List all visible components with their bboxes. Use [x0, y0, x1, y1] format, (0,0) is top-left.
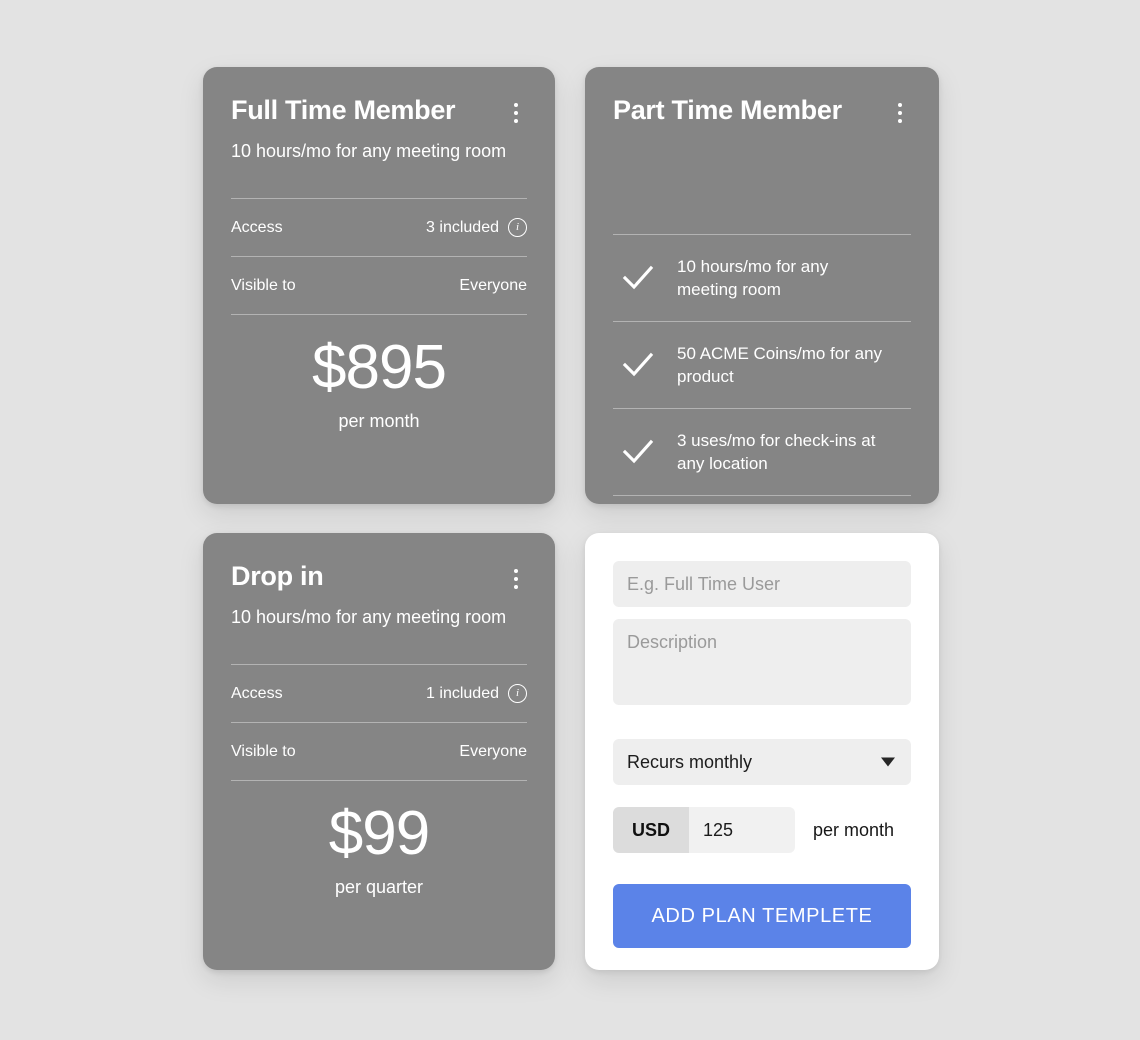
check-icon	[622, 265, 654, 290]
card-header: Drop in	[231, 559, 527, 592]
page-title: Full Time Member	[231, 95, 456, 125]
kebab-dot	[514, 103, 518, 107]
card-detail-rows: Access 1 included i Visible to Everyone	[231, 664, 527, 782]
check-icon	[622, 352, 654, 377]
plan-name-input[interactable]	[613, 561, 911, 607]
info-icon[interactable]: i	[508, 684, 527, 704]
detail-row-label: Visible to	[231, 276, 296, 294]
detail-row-value: Everyone	[459, 276, 527, 294]
feature-list: 10 hours/mo for any meeting room 50 ACME…	[613, 234, 911, 497]
kebab-dot	[898, 103, 902, 107]
kebab-menu-icon[interactable]	[505, 100, 527, 126]
plan-card-part-time[interactable]: Part Time Member 10 hours/mo for any mee…	[585, 67, 939, 504]
check-icon	[622, 439, 654, 464]
amount-group: USD	[613, 807, 795, 853]
info-icon[interactable]: i	[508, 218, 527, 238]
detail-row-access[interactable]: Access 1 included i	[231, 664, 527, 722]
currency-selector[interactable]: USD	[613, 807, 689, 853]
detail-row-access[interactable]: Access 3 included i	[231, 198, 527, 256]
detail-row-visible-to[interactable]: Visible to Everyone	[231, 722, 527, 782]
card-subtitle: 10 hours/mo for any meeting room	[231, 607, 507, 628]
price-period: per month	[338, 411, 420, 432]
page-title: Part Time Member	[613, 95, 842, 125]
detail-row-label: Visible to	[231, 742, 296, 760]
plan-template-screen: Full Time Member 10 hours/mo for any mee…	[0, 0, 1140, 1040]
detail-row-value-group: Everyone	[459, 743, 527, 761]
kebab-dot	[514, 569, 518, 573]
detail-row-value: 1 included	[426, 684, 499, 702]
plan-card-drop-in[interactable]: Drop in 10 hours/mo for any meeting room…	[203, 533, 555, 970]
kebab-dot	[898, 111, 902, 115]
feature-text: 50 ACME Coins/mo for any product	[677, 343, 883, 387]
kebab-dot	[514, 111, 518, 115]
kebab-menu-icon[interactable]	[505, 566, 527, 592]
card-header: Full Time Member	[231, 93, 527, 126]
card-detail-rows: Access 3 included i Visible to Everyone	[231, 198, 527, 316]
plan-template-form: Recurs monthly USD per month ADD PLAN TE…	[585, 533, 939, 970]
list-item[interactable]: 3 uses/mo for check-ins at any location	[613, 408, 911, 497]
detail-row-label: Access	[231, 218, 283, 236]
price-block: $99 per quarter	[231, 803, 527, 898]
price-amount: $99	[328, 799, 430, 869]
recurrence-select[interactable]: Recurs monthly	[613, 739, 911, 785]
card-header: Part Time Member	[613, 93, 911, 126]
kebab-dot	[514, 119, 518, 123]
add-plan-template-button[interactable]: ADD PLAN TEMPLETE	[613, 884, 911, 948]
detail-row-value-group: 3 included i	[426, 218, 527, 238]
detail-row-visible-to[interactable]: Visible to Everyone	[231, 256, 527, 316]
plan-description-input[interactable]	[613, 619, 911, 705]
amount-period-label: per month	[813, 819, 895, 840]
detail-row-value: 3 included	[426, 218, 499, 236]
card-subtitle: 10 hours/mo for any meeting room	[231, 141, 507, 162]
plan-card-full-time[interactable]: Full Time Member 10 hours/mo for any mee…	[203, 67, 555, 504]
price-period: per quarter	[334, 877, 424, 898]
kebab-dot	[514, 585, 518, 589]
price-block: $895 per month	[231, 337, 527, 432]
list-item[interactable]: 50 ACME Coins/mo for any product	[613, 321, 911, 408]
feature-text: 3 uses/mo for check-ins at any location	[677, 430, 876, 474]
page-title: Drop in	[231, 561, 324, 591]
price-amount: $895	[312, 333, 447, 403]
list-item[interactable]: 10 hours/mo for any meeting room	[613, 234, 911, 321]
detail-row-value-group: Everyone	[459, 277, 527, 295]
amount-input[interactable]	[689, 807, 795, 853]
detail-row-value: Everyone	[459, 742, 527, 760]
kebab-dot	[898, 119, 902, 123]
kebab-menu-icon[interactable]	[889, 100, 911, 126]
recurrence-select-wrapper[interactable]: Recurs monthly	[613, 739, 911, 785]
detail-row-label: Access	[231, 684, 283, 702]
detail-row-value-group: 1 included i	[426, 684, 527, 704]
kebab-dot	[514, 577, 518, 581]
amount-row: USD per month	[613, 807, 911, 853]
feature-text: 10 hours/mo for any meeting room	[677, 256, 829, 300]
